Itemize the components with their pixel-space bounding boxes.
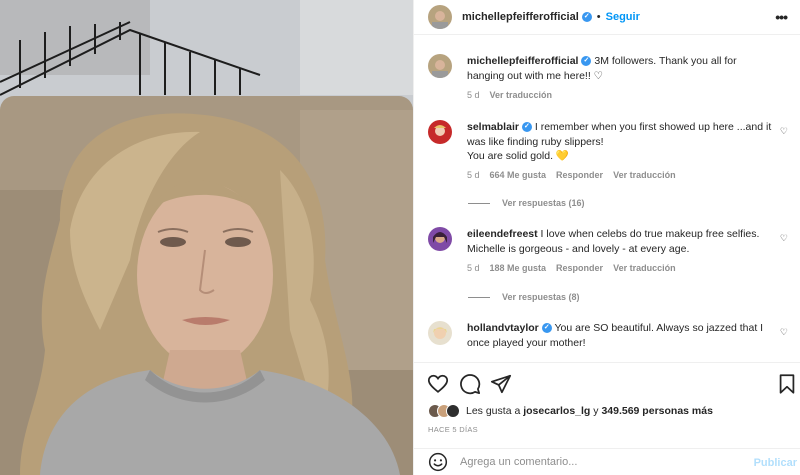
view-replies-label: Ver respuestas (16) [502, 198, 585, 208]
follow-button[interactable]: Seguir [606, 11, 640, 23]
likes-summary: Les gusta a josecarlos_lg y 349.569 pers… [428, 404, 713, 418]
comment-age[interactable]: 5 d [467, 263, 480, 273]
reply-button[interactable]: Responder [556, 263, 603, 273]
likes-count-link[interactable]: 349.569 personas más [601, 405, 713, 417]
translate-button[interactable]: Ver traducción [613, 170, 676, 180]
selfie-image [0, 0, 413, 475]
replies-divider [468, 296, 490, 298]
post-side-panel: michellepfeifferofficial ✓ • Seguir ••• … [413, 0, 800, 475]
comment-input[interactable] [460, 456, 730, 468]
commenter-avatar[interactable] [428, 120, 452, 144]
comment-username[interactable]: hollandvtaylor [467, 322, 539, 334]
post-modal: michellepfeifferofficial ✓ • Seguir ••• … [0, 0, 800, 475]
comment-body: hollandvtaylor ✓ You are SO beautiful. Al… [467, 321, 772, 350]
comment-username[interactable]: selmablair [467, 121, 519, 133]
comment-icon[interactable] [459, 373, 481, 395]
caption-translate-button[interactable]: Ver traducción [490, 90, 553, 100]
comment-username[interactable]: eileendefreest [467, 228, 538, 240]
translate-button[interactable]: Ver traducción [613, 263, 676, 273]
comment-text-line2: You are solid gold. 💛 [467, 150, 570, 162]
comments-list[interactable]: michellepfeifferofficial ✓ 3M followers. … [414, 36, 800, 362]
publish-button[interactable]: Publicar [754, 457, 797, 469]
comment-meta: 5 d 664 Me gusta Responder Ver traducció… [467, 170, 676, 180]
liker-avatar[interactable] [446, 404, 460, 418]
likes-prefix: Les gusta a [466, 405, 521, 417]
comment-like-heart-icon[interactable]: ♡ [780, 327, 788, 338]
caption-meta: 5 d Ver traducción [467, 90, 552, 100]
post-date[interactable]: HACE 5 DÍAS [428, 425, 478, 434]
view-replies-label: Ver respuestas (8) [502, 292, 580, 302]
view-replies-button[interactable]: Ver respuestas (16) [468, 198, 585, 208]
smiley-icon[interactable] [428, 452, 448, 472]
verified-badge-icon: ✓ [581, 12, 592, 22]
heart-icon[interactable] [427, 373, 449, 395]
caption-body: michellepfeifferofficial ✓ 3M followers. … [467, 54, 772, 83]
reply-button[interactable]: Responder [556, 170, 603, 180]
comment-composer: Publicar [414, 448, 800, 475]
caption-username[interactable]: michellepfeifferofficial [467, 55, 578, 67]
commenter-avatar[interactable] [428, 321, 452, 345]
send-icon[interactable] [490, 373, 512, 395]
verified-badge-icon: ✓ [521, 122, 532, 133]
author-username[interactable]: michellepfeifferofficial [462, 11, 579, 23]
bookmark-icon[interactable] [776, 373, 798, 395]
caption-age[interactable]: 5 d [467, 90, 480, 100]
verified-badge-icon: ✓ [581, 56, 592, 67]
comment-like-heart-icon[interactable]: ♡ [780, 233, 788, 244]
replies-divider [468, 202, 490, 204]
commenter-avatar[interactable] [428, 227, 452, 251]
comment-like-heart-icon[interactable]: ♡ [780, 126, 788, 137]
comment-meta: 5 d 188 Me gusta Responder Ver traducció… [467, 263, 676, 273]
verified-badge-icon: ✓ [541, 323, 552, 334]
post-photo[interactable] [0, 0, 413, 475]
comment-body: selmablair ✓ I remember when you first sh… [467, 120, 772, 164]
comment-age[interactable]: 5 d [467, 170, 480, 180]
comment-item: eileendefreest I love when celebs do tru… [428, 227, 788, 287]
comment-likes-count[interactable]: 188 Me gusta [490, 263, 547, 273]
action-bar [414, 362, 800, 402]
comment-likes-count[interactable]: 664 Me gusta [490, 170, 547, 180]
post-header: michellepfeifferofficial ✓ • Seguir ••• [414, 0, 800, 35]
separator-dot: • [596, 11, 601, 23]
post-caption: michellepfeifferofficial ✓ 3M followers. … [428, 54, 788, 114]
author-avatar[interactable] [428, 5, 452, 29]
author-avatar[interactable] [428, 54, 452, 78]
comment-item: hollandvtaylor ✓ You are SO beautiful. Al… [428, 321, 788, 361]
likes-middle: y [593, 405, 599, 417]
comment-body: eileendefreest I love when celebs do tru… [467, 227, 772, 256]
more-options-icon[interactable]: ••• [775, 9, 788, 25]
likes-user-link[interactable]: josecarlos_lg [523, 405, 590, 417]
view-replies-button[interactable]: Ver respuestas (8) [468, 292, 580, 302]
